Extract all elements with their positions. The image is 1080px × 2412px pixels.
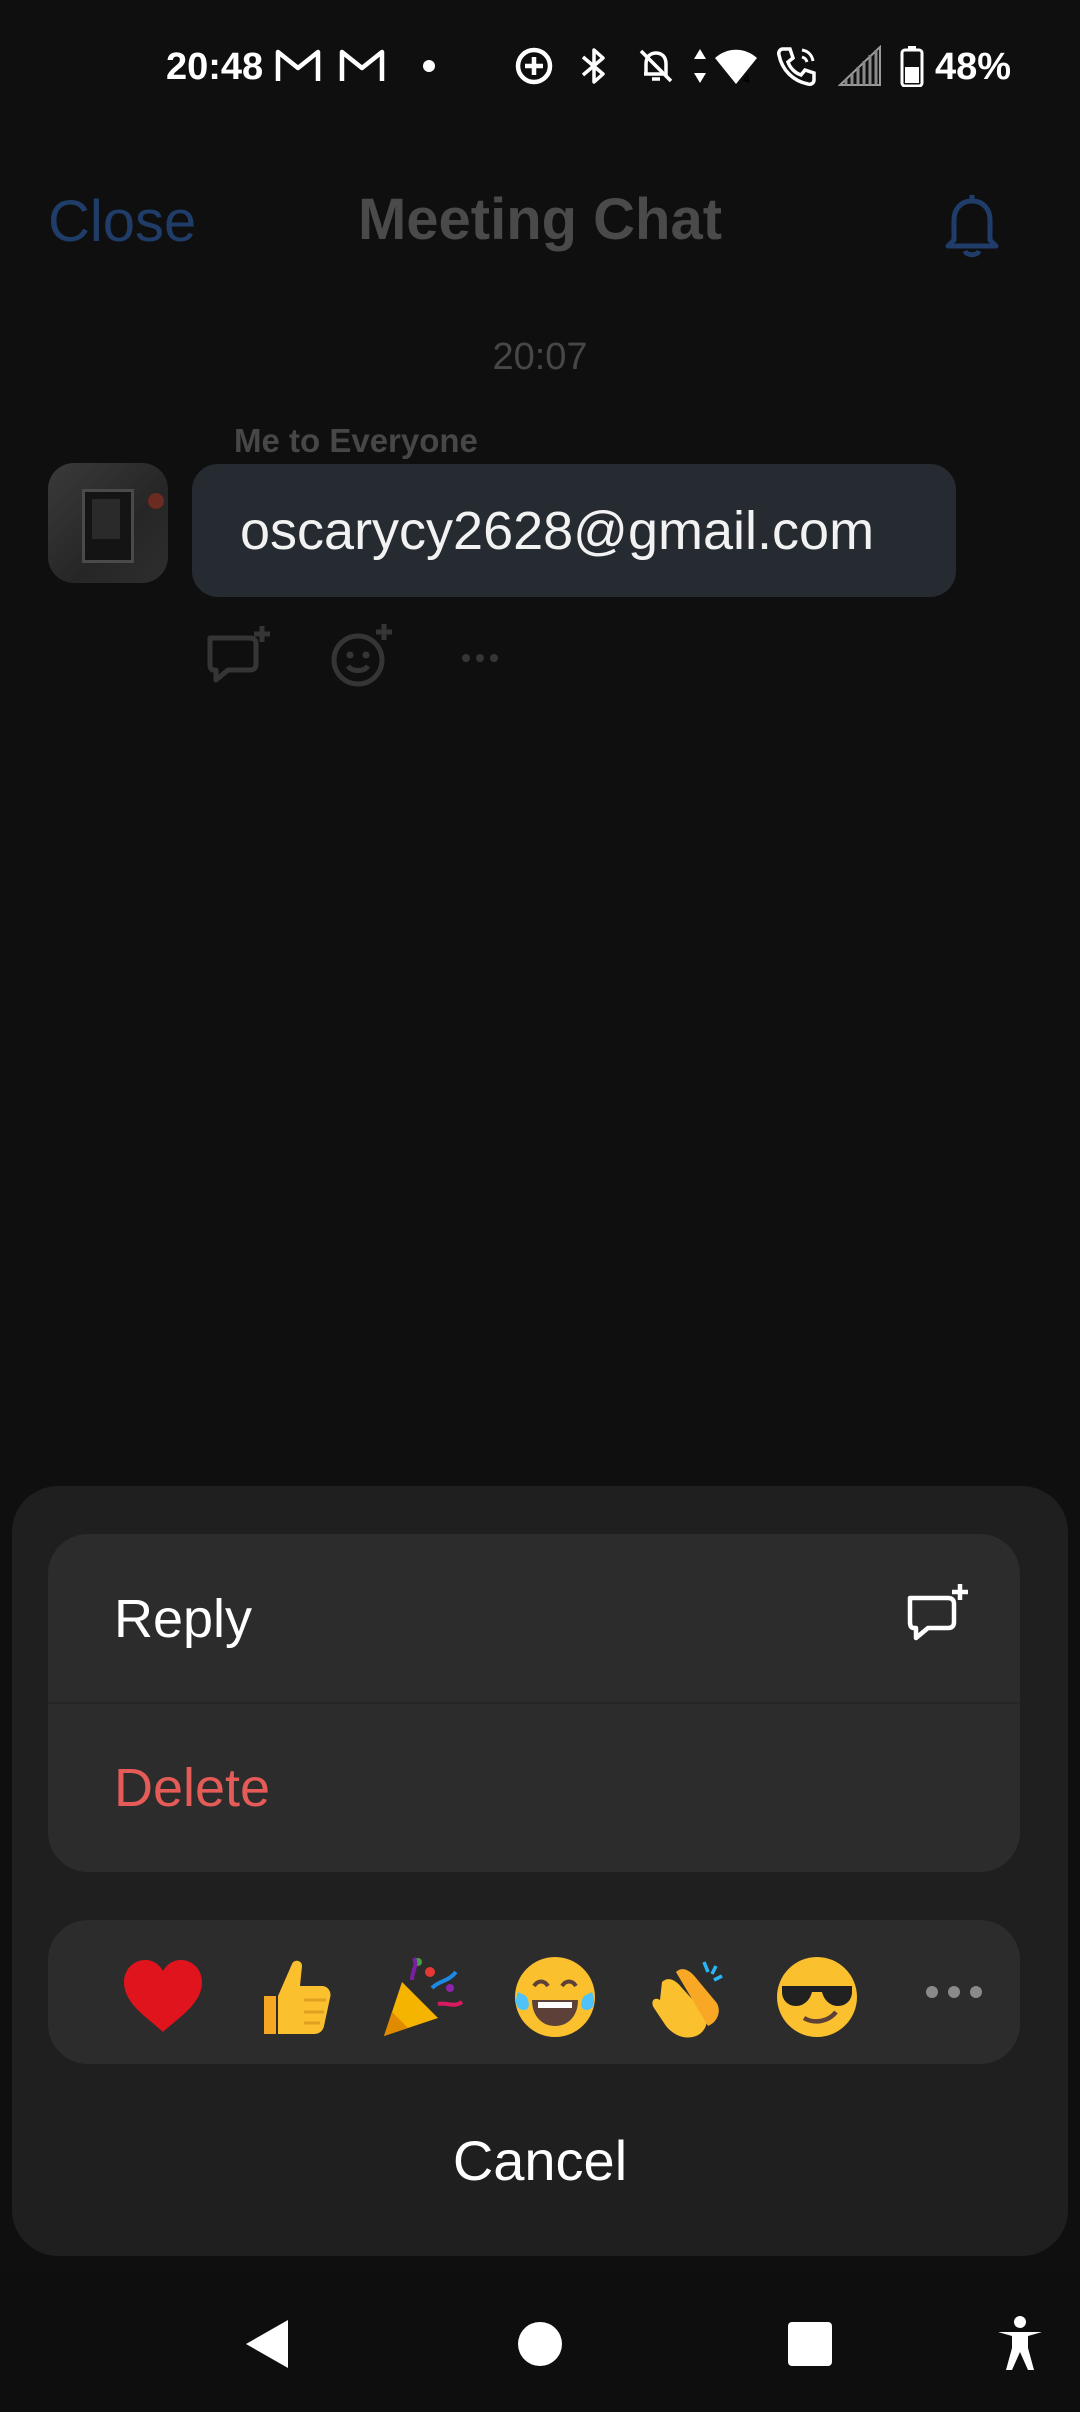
add-reaction-icon[interactable] [322, 618, 402, 698]
back-icon[interactable] [238, 2314, 298, 2374]
home-icon[interactable] [510, 2314, 570, 2374]
accessibility-icon[interactable] [990, 2314, 1050, 2374]
battery-icon [898, 44, 926, 88]
more-icon[interactable] [446, 618, 526, 698]
silent-bell-icon [634, 44, 678, 88]
avatar [48, 463, 168, 583]
reply-label: Reply [114, 1588, 253, 1649]
data-saver-icon [512, 44, 556, 88]
message-text: oscarycy2628@gmail.com [240, 500, 875, 561]
svg-text:4: 4 [743, 72, 750, 86]
actions-card: Reply Delete [48, 1534, 1020, 1872]
screen: 20:48 4 48% Close Meeting Chat 20:07 Me … [0, 0, 1080, 2412]
tears-of-joy-emoji[interactable] [510, 1952, 600, 2042]
signal-icon [836, 44, 884, 88]
status-bar: 20:48 4 48% [0, 0, 1080, 135]
wifi-icon: 4 [712, 44, 760, 88]
reaction-bar [48, 1920, 1020, 2064]
reply-icon[interactable] [200, 618, 280, 698]
gmail-icon [338, 44, 386, 88]
gmail-icon [274, 44, 322, 88]
reply-icon [904, 1580, 976, 1652]
delete-label: Delete [114, 1757, 271, 1818]
delete-action[interactable]: Delete [48, 1703, 1020, 1872]
chat-timestamp: 20:07 [492, 336, 588, 378]
wifi-call-icon [774, 44, 822, 88]
bell-icon[interactable] [940, 190, 1004, 260]
message-bubble[interactable]: oscarycy2628@gmail.com [192, 464, 956, 597]
bluetooth-icon [574, 44, 614, 88]
navigation-bar [0, 2270, 1080, 2412]
cancel-button[interactable]: Cancel [0, 2128, 1080, 2193]
battery-percentage: 48% [935, 46, 1012, 88]
status-time: 20:48 [166, 46, 264, 88]
data-arrows-icon [690, 44, 710, 88]
heart-emoji[interactable] [118, 1952, 208, 2042]
notification-dot-icon [418, 44, 440, 88]
more-icon[interactable] [918, 1970, 998, 2014]
thumbs-up-emoji[interactable] [248, 1952, 338, 2042]
recents-icon[interactable] [780, 2314, 840, 2374]
page-title: Meeting Chat [357, 187, 723, 252]
sender-label: Me to Everyone [234, 422, 478, 459]
party-popper-emoji[interactable] [378, 1952, 468, 2042]
clapping-hands-emoji[interactable] [642, 1952, 732, 2042]
sunglasses-emoji[interactable] [772, 1952, 862, 2042]
reply-action[interactable]: Reply [48, 1534, 1020, 1703]
